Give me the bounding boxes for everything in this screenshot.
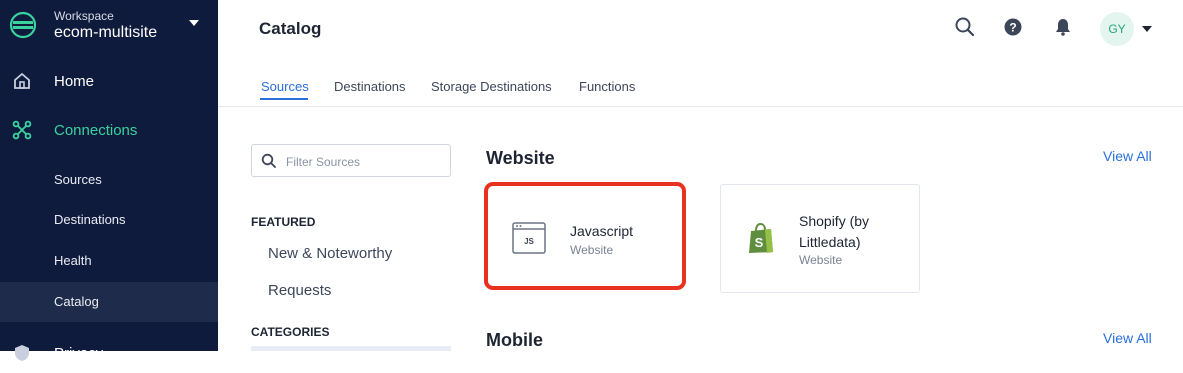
segment-logo-icon [9, 11, 37, 39]
sidebar-item-health[interactable]: Health [0, 241, 218, 281]
tab-destinations[interactable]: Destinations [334, 79, 406, 94]
source-card-shopify[interactable]: S Shopify (by Littledata) Website [720, 184, 920, 293]
tab-functions[interactable]: Functions [579, 79, 635, 94]
search-icon[interactable] [954, 16, 976, 38]
sidebar-item-label: Catalog [54, 294, 99, 309]
catalog-tabs: Sources Destinations Storage Destination… [218, 62, 1183, 107]
source-card-category: Website [570, 243, 614, 257]
source-card-title: Javascript [570, 223, 634, 239]
sidebar-item-label: Sources [54, 172, 102, 187]
search-input[interactable] [284, 151, 448, 173]
js-window-icon: JS [512, 222, 546, 254]
chevron-down-icon[interactable] [189, 20, 199, 26]
shield-icon [15, 345, 29, 361]
tab-storage-destinations[interactable]: Storage Destinations [431, 79, 552, 94]
sidebar-item-sources[interactable]: Sources [0, 160, 218, 200]
sidebar-item-destinations[interactable]: Destinations [0, 200, 218, 240]
home-icon [14, 72, 30, 89]
tab-sources[interactable]: Sources [261, 79, 309, 94]
source-card-category: Website [799, 253, 843, 267]
sidebar-item-label: Home [54, 72, 95, 90]
sidebar-item-label: Destinations [54, 212, 126, 227]
sidebar-item-connections[interactable]: Connections [0, 110, 218, 150]
shopify-bag-icon: S [749, 222, 773, 253]
sidebar-item-label: Privacy [54, 344, 104, 362]
sidebar-item-label: Health [54, 253, 92, 268]
featured-link-requests[interactable]: Requests [268, 282, 331, 299]
source-card-javascript[interactable]: JS Javascript Website [484, 182, 686, 290]
sidebar: Workspace ecom-multisite Home Connection… [0, 0, 218, 362]
workspace-switcher[interactable]: Workspace ecom-multisite [0, 0, 218, 50]
source-card-title-line-2: Littledata) [799, 234, 861, 250]
sidebar-item-catalog[interactable]: Catalog [0, 282, 218, 322]
sidebar-item-home[interactable]: Home [0, 61, 218, 101]
category-item[interactable] [251, 346, 451, 351]
page-title: Catalog [259, 19, 322, 38]
help-icon[interactable]: ? [1002, 16, 1024, 38]
top-header: Catalog ? GY [218, 0, 1183, 58]
sidebar-item-privacy[interactable]: Privacy [0, 333, 218, 373]
sidebar-item-label: Connections [54, 121, 138, 139]
source-card-title-line-1: Shopify (by [799, 213, 870, 229]
view-all-website-link[interactable]: View All [1103, 148, 1152, 164]
connections-icon [12, 120, 32, 140]
search-icon [261, 153, 276, 168]
view-all-mobile-link[interactable]: View All [1103, 330, 1152, 346]
workspace-label: Workspace [54, 9, 114, 23]
chevron-down-icon[interactable] [1142, 26, 1152, 32]
featured-heading: FEATURED [251, 215, 316, 229]
svg-text:JS: JS [524, 237, 534, 246]
workspace-name: ecom-multisite [54, 24, 158, 41]
filter-sources-field[interactable] [251, 144, 451, 177]
group-heading-mobile: Mobile [486, 330, 543, 350]
bell-icon[interactable] [1052, 16, 1074, 38]
svg-text:S: S [755, 235, 764, 250]
active-tab-indicator [260, 98, 308, 100]
group-heading-website: Website [486, 148, 555, 168]
avatar[interactable]: GY [1100, 12, 1134, 46]
categories-heading: CATEGORIES [251, 325, 330, 339]
featured-link-new-noteworthy[interactable]: New & Noteworthy [268, 245, 392, 262]
svg-text:?: ? [1009, 21, 1016, 35]
